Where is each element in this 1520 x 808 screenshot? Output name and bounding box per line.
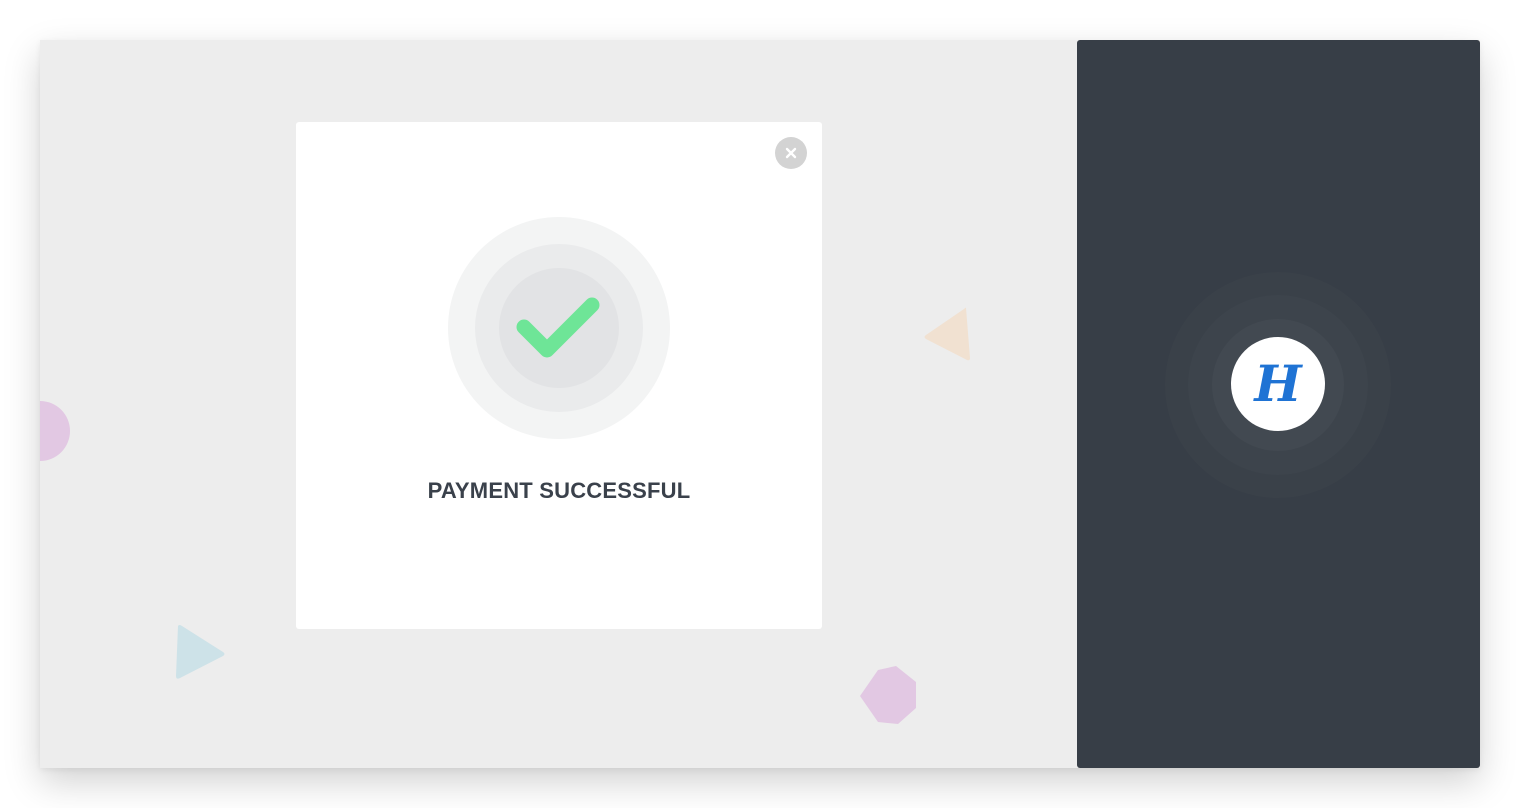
brand-logo: H (1231, 337, 1325, 431)
payment-success-modal: PAYMENT SUCCESSFUL (296, 122, 822, 629)
close-button[interactable] (775, 137, 807, 169)
app-window: PAYMENT SUCCESSFUL H (40, 40, 1480, 768)
brand-side-panel: H (1077, 40, 1480, 768)
checkmark-icon (516, 297, 600, 358)
decorative-triangle-blue (176, 625, 225, 679)
close-icon (785, 147, 797, 159)
brand-logo-letter: H (1254, 354, 1302, 413)
brand-logo-graphic: H (1165, 272, 1391, 498)
decorative-triangle-orange (924, 307, 970, 361)
decorative-circle (40, 401, 70, 461)
payment-status-title: PAYMENT SUCCESSFUL (427, 478, 691, 503)
decorative-hexagon (860, 666, 916, 724)
content-stage: PAYMENT SUCCESSFUL (40, 40, 1077, 768)
success-status-graphic (448, 217, 670, 439)
